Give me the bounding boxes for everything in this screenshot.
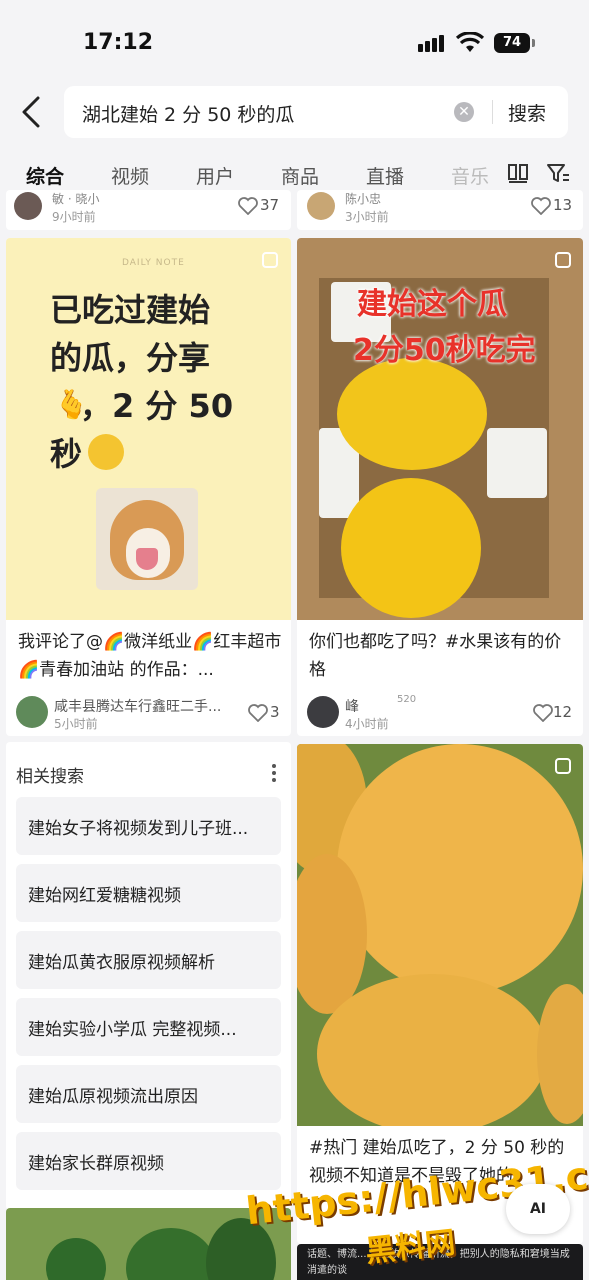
tab-user[interactable]: 用户 [196,162,234,189]
card-username[interactable]: 峰 [345,696,359,716]
related-search-label: 建始瓜原视频流出原因 [28,1087,198,1107]
related-search-label: 建始家长群原视频 [28,1154,164,1174]
thumbnail-line: 已吃过建始 [50,291,211,329]
wifi-icon [456,32,484,52]
result-card[interactable]: 陈小忠 3小时前 13 [297,190,583,230]
tab-comprehensive[interactable]: 综合 [26,162,64,189]
result-card[interactable]: DAILY NOTE 已吃过建始 的瓜，分享 ，2 分 50 秒 🫰 我评论了@… [6,238,291,736]
watermelon [126,1228,216,1280]
layout-toggle-icon[interactable] [507,162,529,184]
card-thumbnail[interactable]: DAILY NOTE 已吃过建始 的瓜，分享 ，2 分 50 秒 🫰 [6,238,291,620]
card-title[interactable]: 你们也都吃了吗？#水果该有的价格 [309,628,574,684]
thumbnail-line: 的瓜，分享 [50,339,211,377]
search-divider [492,100,493,124]
related-search-item[interactable]: 建始实验小学瓜 完整视频... [16,998,281,1056]
smiley-icon [88,434,124,470]
related-search-item[interactable]: 建始女子将视频发到儿子班... [16,797,281,855]
related-search-label: 建始瓜黄衣服原视频解析 [28,953,215,973]
heart-icon[interactable] [531,197,551,215]
melon [337,358,487,470]
card-time: 4小时前 [345,717,389,731]
battery-cap [532,39,535,47]
card-username[interactable]: 咸丰县腾达车行鑫旺二手... [54,696,221,716]
avatar [14,192,42,220]
thumbnail-text: 已吃过建始 的瓜，分享 ，2 分 50 秒 [50,286,233,478]
cantaloupe [317,974,547,1126]
search-input[interactable]: 湖北建始 2 分 50 秒的瓜 [82,100,294,127]
cellular-signal-icon [418,34,448,52]
thumbnail-line: 2分50秒吃完 [353,333,536,368]
related-search-header: 相关搜索 [16,767,84,787]
card-time: 9小时前 [52,210,96,224]
card-username: 敏 · 晓小 [52,192,100,206]
back-arrow-icon[interactable] [14,92,50,132]
card-title[interactable]: 我评论了@🌈微洋纸业🌈红丰超市🌈青春加油站 的作品：... [18,628,283,684]
related-search-label: 建始女子将视频发到儿子班... [28,819,249,839]
card-time: 5小时前 [54,717,98,731]
watermelon [46,1238,106,1280]
card-time: 3小时前 [345,210,389,224]
result-card[interactable]: 敏 · 晓小 9小时前 37 [6,190,291,230]
like-count: 37 [260,196,280,214]
thumbnail-text: 建始这个瓜 2分50秒吃完 [353,282,536,374]
related-search-item[interactable]: 建始瓜原视频流出原因 [16,1065,281,1123]
heart-icon[interactable] [533,704,553,722]
cantaloupe [337,744,583,994]
like-count: 3 [270,703,280,721]
filter-icon[interactable] [546,162,570,184]
daily-note-label: DAILY NOTE [122,258,185,268]
tab-live[interactable]: 直播 [366,162,404,189]
search-bar[interactable]: 湖北建始 2 分 50 秒的瓜 ✕ 搜索 [64,86,568,138]
tab-video[interactable]: 视频 [111,162,149,189]
like-count: 13 [553,196,573,214]
card-thumbnail[interactable]: 建始这个瓜 2分50秒吃完 [297,238,583,620]
more-options-icon[interactable] [272,764,276,785]
heart-icon[interactable] [238,197,258,215]
heart-icon[interactable] [248,704,268,722]
multi-image-icon [262,252,278,268]
related-search-item[interactable]: 建始网红爱糖糖视频 [16,864,281,922]
card-username: 陈小忠 [345,192,382,206]
related-search-item[interactable]: 建始家长群原视频 [16,1132,281,1190]
avatar [307,192,335,220]
melon [341,478,481,618]
battery-icon: 74 [494,33,530,53]
thumbnail-line: 秒 [50,435,83,473]
card-thumbnail[interactable] [297,744,583,1126]
multi-image-icon [555,758,571,774]
watermark-text: 黑料网 [363,1225,457,1270]
shiba-dog-image [96,488,198,590]
related-search-label: 建始实验小学瓜 完整视频... [28,1020,237,1040]
like-count: 12 [553,703,573,721]
tab-products[interactable]: 商品 [281,162,319,189]
result-card[interactable]: 建始这个瓜 2分50秒吃完 你们也都吃了吗？#水果该有的价格 峰 520 4小时… [297,238,583,736]
multi-image-icon [555,252,571,268]
heart-hand-icon: 🫰 [54,388,89,421]
avatar[interactable] [16,696,48,728]
search-button[interactable]: 搜索 [508,99,546,126]
status-bar: 17:12 74 [0,0,589,85]
related-search-label: 建始网红爱糖糖视频 [28,886,181,906]
user-badge: 520 [397,694,417,705]
clear-icon[interactable]: ✕ [454,102,474,122]
ai-assistant-button[interactable]: AI [506,1184,570,1234]
related-search-panel: 相关搜索 建始女子将视频发到儿子班... 建始网红爱糖糖视频 建始瓜黄衣服原视频… [6,742,291,1210]
avatar[interactable] [307,696,339,728]
status-time: 17:12 [83,30,154,55]
thumbnail-line: 建始这个瓜 [357,287,507,322]
tab-music[interactable]: 音乐 [451,162,489,189]
related-search-item[interactable]: 建始瓜黄衣服原视频解析 [16,931,281,989]
